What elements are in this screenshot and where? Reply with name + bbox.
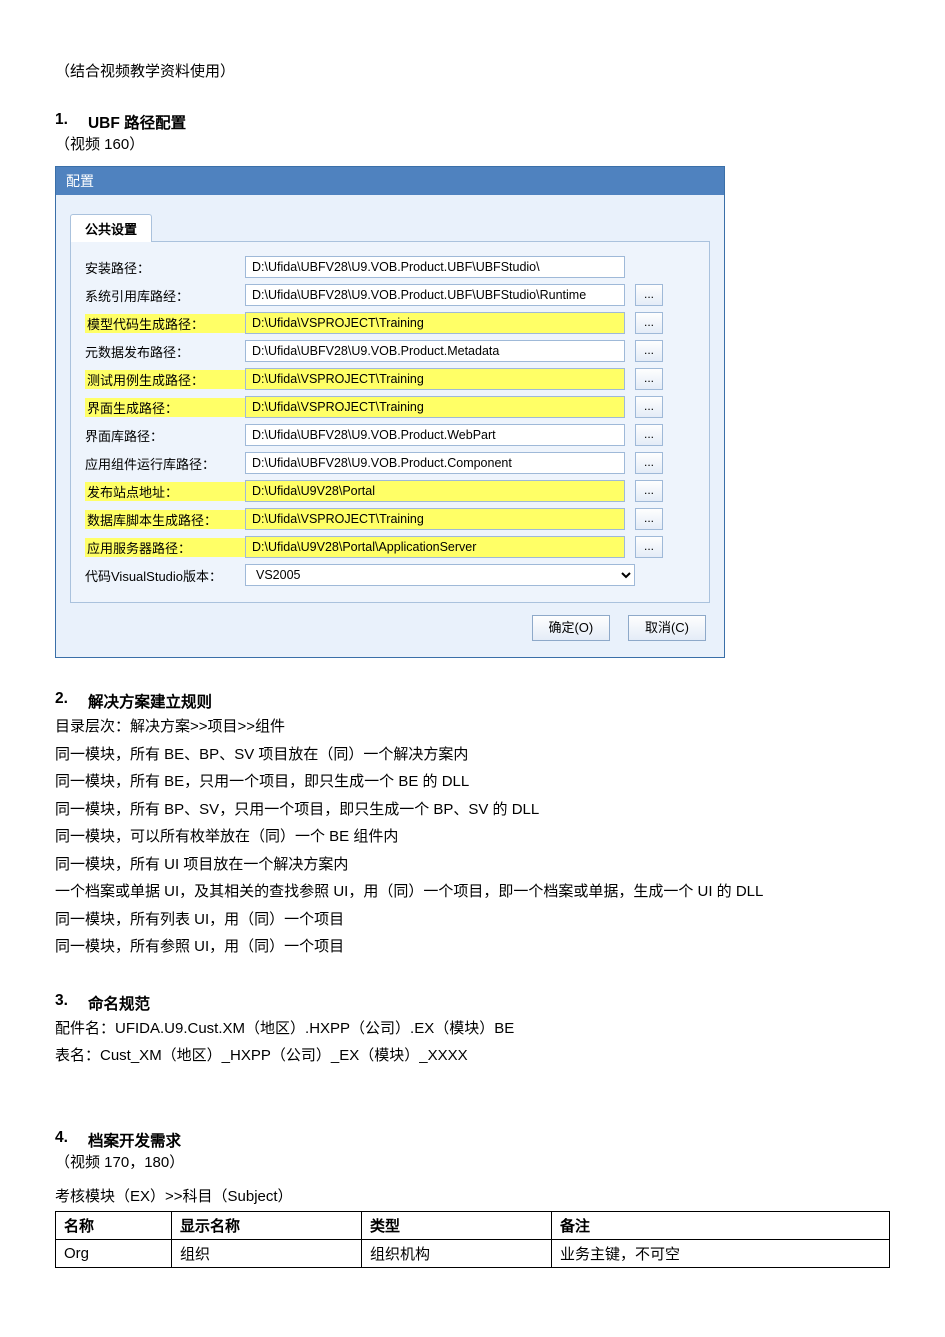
config-input[interactable]: D:\Ufida\U9V28\Portal — [245, 480, 625, 502]
tab-public-settings[interactable]: 公共设置 — [70, 214, 152, 242]
config-input[interactable]: D:\Ufida\VSPROJECT\Training — [245, 508, 625, 530]
config-label: 界面生成路径： — [85, 398, 245, 417]
sec2-title: 解决方案建立规则 — [88, 690, 212, 712]
config-label: 应用服务器路径： — [85, 538, 245, 557]
sec2-num: 2. — [55, 690, 68, 712]
sec1-sub: （视频 160） — [55, 133, 890, 154]
config-input[interactable]: D:\Ufida\UBFV28\U9.VOB.Product.UBF\UBFSt… — [245, 284, 625, 306]
config-input[interactable]: D:\Ufida\UBFV28\U9.VOB.Product.WebPart — [245, 424, 625, 446]
browse-button[interactable]: ... — [635, 340, 663, 362]
browse-button[interactable]: ... — [635, 368, 663, 390]
sec4-num: 4. — [55, 1129, 68, 1151]
config-row: 界面库路径：D:\Ufida\UBFV28\U9.VOB.Product.Web… — [85, 424, 695, 446]
table-cell: 组织机构 — [361, 1240, 551, 1268]
body-line: 同一模块，所有 BP、SV，只用一个项目，即只生成一个 BP、SV 的 DLL — [55, 797, 890, 823]
config-label: 数据库脚本生成路径： — [85, 510, 245, 529]
config-label: 界面库路径： — [85, 426, 245, 445]
config-label: 发布站点地址： — [85, 482, 245, 501]
browse-button[interactable]: ... — [635, 396, 663, 418]
sec4-sub: （视频 170，180） — [55, 1151, 890, 1172]
body-line: 表名：Cust_XM（地区）_HXPP（公司）_EX（模块）_XXXX — [55, 1043, 890, 1069]
ok-button[interactable]: 确定(O) — [532, 615, 610, 641]
config-label: 系统引用库路经： — [85, 286, 245, 305]
config-input[interactable]: D:\Ufida\VSPROJECT\Training — [245, 396, 625, 418]
vs-version-row: 代码VisualStudio版本： VS2005 — [85, 564, 695, 586]
table-header: 显示名称 — [171, 1212, 361, 1240]
sec3-num: 3. — [55, 992, 68, 1014]
config-input[interactable]: D:\Ufida\U9V28\Portal\ApplicationServer — [245, 536, 625, 558]
config-label: 安装路径： — [85, 258, 245, 277]
body-line: 配件名：UFIDA.U9.Cust.XM（地区）.HXPP（公司）.EX（模块）… — [55, 1016, 890, 1042]
settings-group: 安装路径：D:\Ufida\UBFV28\U9.VOB.Product.UBF\… — [70, 241, 710, 603]
requirements-table: 名称显示名称类型备注 Org组织组织机构业务主键，不可空 — [55, 1211, 890, 1268]
config-row: 数据库脚本生成路径：D:\Ufida\VSPROJECT\Training... — [85, 508, 695, 530]
vs-version-select[interactable]: VS2005 — [245, 564, 635, 586]
config-input[interactable]: D:\Ufida\UBFV28\U9.VOB.Product.Metadata — [245, 340, 625, 362]
config-label: 应用组件运行库路径： — [85, 454, 245, 473]
body-line: 同一模块，所有列表 UI，用（同）一个项目 — [55, 907, 890, 933]
body-line: 同一模块，所有 BE，只用一个项目，即只生成一个 BE 的 DLL — [55, 769, 890, 795]
body-line: 目录层次：解决方案>>项目>>组件 — [55, 714, 890, 740]
sec1-title: UBF 路径配置 — [88, 111, 186, 133]
config-input[interactable]: D:\Ufida\VSPROJECT\Training — [245, 312, 625, 334]
browse-button[interactable]: ... — [635, 480, 663, 502]
browse-button[interactable]: ... — [635, 452, 663, 474]
config-row: 系统引用库路经：D:\Ufida\UBFV28\U9.VOB.Product.U… — [85, 284, 695, 306]
config-row: 应用组件运行库路径：D:\Ufida\UBFV28\U9.VOB.Product… — [85, 452, 695, 474]
sec4-title: 档案开发需求 — [88, 1129, 181, 1151]
body-line: 同一模块，所有 UI 项目放在一个解决方案内 — [55, 852, 890, 878]
intro-text: （结合视频教学资料使用） — [55, 60, 890, 81]
sec4-line: 考核模块（EX）>>科目（Subject） — [55, 1184, 890, 1210]
browse-button[interactable]: ... — [635, 284, 663, 306]
body-line: 同一模块，所有 BE、BP、SV 项目放在（同）一个解决方案内 — [55, 742, 890, 768]
table-header: 名称 — [56, 1212, 172, 1240]
browse-button[interactable]: ... — [635, 536, 663, 558]
sec3-title: 命名规范 — [88, 992, 150, 1014]
table-cell: Org — [56, 1240, 172, 1268]
browse-button[interactable]: ... — [635, 312, 663, 334]
config-dialog: 配置 公共设置 安装路径：D:\Ufida\UBFV28\U9.VOB.Prod… — [55, 166, 725, 658]
table-cell: 组织 — [171, 1240, 361, 1268]
config-input[interactable]: D:\Ufida\UBFV28\U9.VOB.Product.Component — [245, 452, 625, 474]
body-line: 同一模块，所有参照 UI，用（同）一个项目 — [55, 934, 890, 960]
config-label: 模型代码生成路径： — [85, 314, 245, 333]
config-input[interactable]: D:\Ufida\VSPROJECT\Training — [245, 368, 625, 390]
config-label: 元数据发布路径： — [85, 342, 245, 361]
browse-button[interactable]: ... — [635, 424, 663, 446]
table-header: 备注 — [551, 1212, 889, 1240]
cancel-button[interactable]: 取消(C) — [628, 615, 706, 641]
config-row: 测试用例生成路径：D:\Ufida\VSPROJECT\Training... — [85, 368, 695, 390]
vs-version-label: 代码VisualStudio版本： — [85, 566, 245, 585]
body-line: 一个档案或单据 UI，及其相关的查找参照 UI，用（同）一个项目，即一个档案或单… — [55, 879, 890, 905]
config-row: 模型代码生成路径：D:\Ufida\VSPROJECT\Training... — [85, 312, 695, 334]
table-cell: 业务主键，不可空 — [551, 1240, 889, 1268]
dialog-title: 配置 — [56, 167, 724, 195]
config-input[interactable]: D:\Ufida\UBFV28\U9.VOB.Product.UBF\UBFSt… — [245, 256, 625, 278]
config-label: 测试用例生成路径： — [85, 370, 245, 389]
config-row: 界面生成路径：D:\Ufida\VSPROJECT\Training... — [85, 396, 695, 418]
table-row: Org组织组织机构业务主键，不可空 — [56, 1240, 890, 1268]
body-line: 同一模块，可以所有枚举放在（同）一个 BE 组件内 — [55, 824, 890, 850]
config-row: 发布站点地址：D:\Ufida\U9V28\Portal... — [85, 480, 695, 502]
config-row: 元数据发布路径：D:\Ufida\UBFV28\U9.VOB.Product.M… — [85, 340, 695, 362]
browse-button[interactable]: ... — [635, 508, 663, 530]
table-header: 类型 — [361, 1212, 551, 1240]
config-row: 应用服务器路径：D:\Ufida\U9V28\Portal\Applicatio… — [85, 536, 695, 558]
config-row: 安装路径：D:\Ufida\UBFV28\U9.VOB.Product.UBF\… — [85, 256, 695, 278]
sec1-num: 1. — [55, 111, 68, 133]
